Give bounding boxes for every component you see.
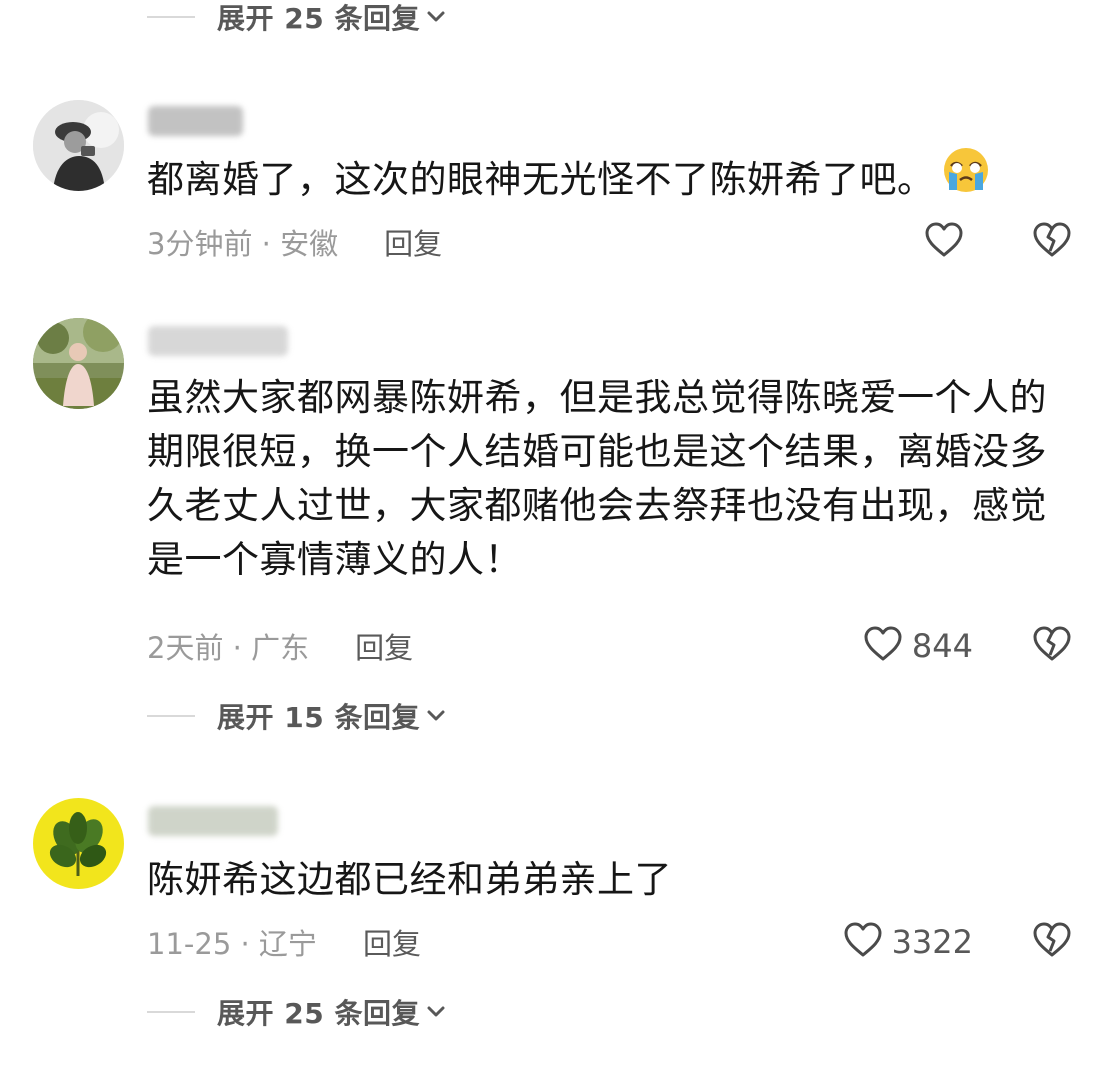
heart-outline-icon — [923, 221, 965, 263]
timestamp-location: 2天前 · 广东 — [147, 631, 310, 665]
like-count: 844 — [911, 627, 973, 665]
broken-heart-icon — [1031, 221, 1073, 263]
heart-outline-icon — [862, 625, 904, 667]
like-button[interactable] — [923, 221, 973, 263]
username-blurred[interactable] — [148, 806, 278, 836]
like-button[interactable]: 3322 — [842, 921, 973, 963]
broken-heart-icon — [1031, 921, 1073, 963]
comment-text: 陈妍希这边都已经和弟弟亲上了 — [147, 858, 672, 901]
dislike-button[interactable] — [1031, 221, 1073, 263]
expand-replies[interactable]: 展开 15 条回复 — [147, 696, 446, 736]
chevron-down-icon — [426, 7, 446, 27]
crying-face-emoji — [941, 146, 991, 209]
username-blurred[interactable] — [148, 326, 288, 356]
reply-button[interactable]: 回复 — [384, 221, 442, 263]
expand-replies[interactable]: 展开 25 条回复 — [147, 992, 446, 1032]
comment-meta: 2天前 · 广东 回复 844 — [147, 624, 1073, 668]
avatar[interactable] — [33, 100, 124, 191]
expand-replies-label: 展开 25 条回复 — [217, 997, 420, 1030]
comment-meta: 11-25 · 辽宁 回复 3322 — [147, 920, 1073, 964]
like-button[interactable]: 844 — [862, 625, 973, 667]
comment-text: 虽然大家都网暴陈妍希，但是我总觉得陈晓爱一个人的期限很短，换一个人结婚可能也是这… — [147, 376, 1047, 581]
comment-meta: 3分钟前 · 安徽 回复 — [147, 220, 1073, 264]
avatar[interactable] — [33, 318, 124, 409]
chevron-down-icon — [426, 1002, 446, 1022]
expand-replies-top[interactable]: 展开 25 条回复 — [147, 0, 446, 37]
divider-line — [147, 715, 195, 717]
chevron-down-icon — [426, 706, 446, 726]
expand-replies-label: 展开 15 条回复 — [217, 701, 420, 734]
comment-text: 都离婚了，这次的眼神无光怪不了陈妍希了吧。 — [147, 148, 1051, 209]
reply-button[interactable]: 回复 — [363, 921, 421, 963]
timestamp-location: 3分钟前 · 安徽 — [147, 227, 339, 261]
reply-button[interactable]: 回复 — [355, 625, 413, 667]
divider-line — [147, 1011, 195, 1013]
username-blurred[interactable] — [148, 106, 243, 136]
avatar[interactable] — [33, 798, 124, 889]
timestamp-location: 11-25 · 辽宁 — [147, 927, 317, 961]
dislike-button[interactable] — [1031, 625, 1073, 667]
expand-replies-label: 展开 25 条回复 — [217, 2, 420, 35]
broken-heart-icon — [1031, 625, 1073, 667]
heart-outline-icon — [842, 921, 884, 963]
like-count: 3322 — [891, 923, 973, 961]
dislike-button[interactable] — [1031, 921, 1073, 963]
divider-line — [147, 16, 195, 18]
